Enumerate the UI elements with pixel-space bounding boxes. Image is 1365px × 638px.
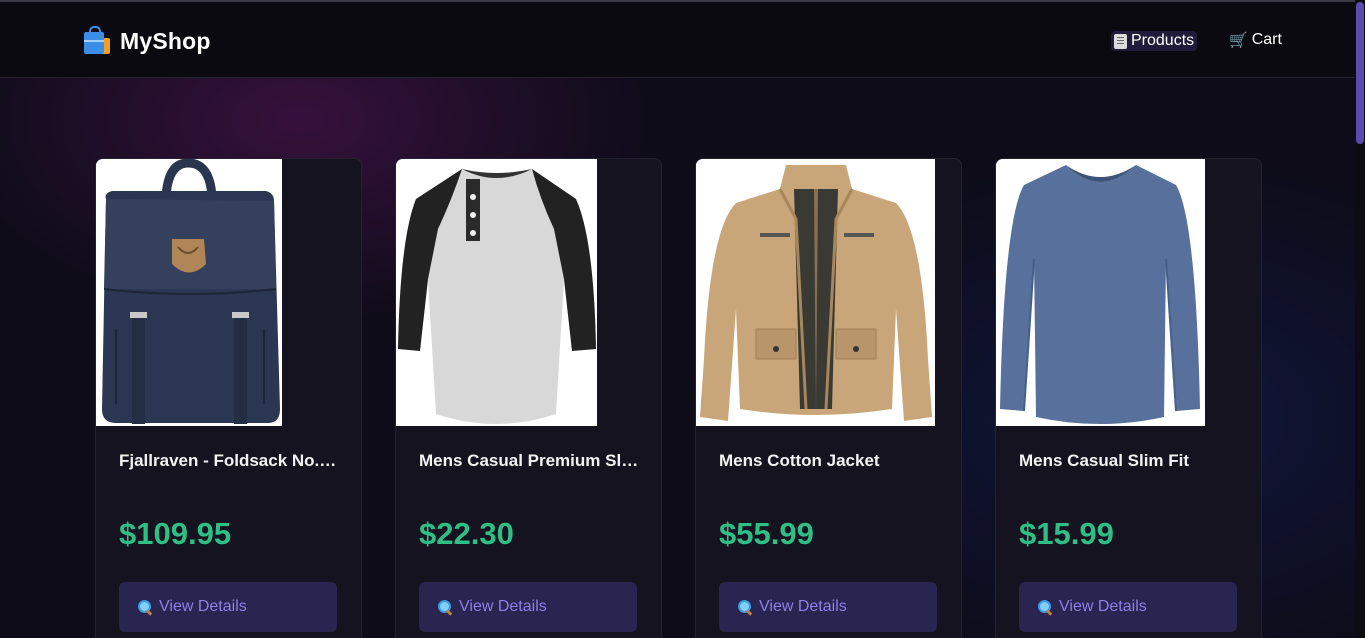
product-price: $109.95 — [119, 516, 232, 551]
product-price: $22.30 — [419, 516, 514, 551]
page-scrollbar[interactable] — [1355, 0, 1365, 638]
cart-icon: 🛒 — [1229, 32, 1248, 49]
scrollbar-thumb[interactable] — [1356, 2, 1364, 144]
shopping-bags-icon — [82, 26, 112, 56]
product-card: Mens Casual Premium Slim Fit T-Shirts $2… — [395, 158, 662, 638]
magnifier-icon — [1037, 599, 1053, 615]
nav-products-link[interactable]: Products — [1111, 31, 1198, 51]
product-card: Mens Casual Slim Fit $15.99 View Details — [995, 158, 1262, 638]
jacket-image — [696, 159, 935, 426]
raglan-shirt-image — [396, 159, 597, 426]
product-image[interactable] — [96, 159, 282, 426]
view-details-label: View Details — [159, 598, 247, 615]
site-header: MyShop Products 🛒 Cart — [0, 2, 1355, 78]
product-title: Mens Cotton Jacket — [719, 451, 880, 470]
view-details-label: View Details — [1059, 598, 1147, 615]
logo-text: MyShop — [120, 27, 211, 54]
magnifier-icon — [737, 599, 753, 615]
magnifier-icon — [437, 599, 453, 615]
product-image[interactable] — [696, 159, 935, 426]
magnifier-icon — [137, 599, 153, 615]
product-image[interactable] — [396, 159, 597, 426]
nav-cart-label: Cart — [1251, 31, 1282, 48]
view-details-button[interactable]: View Details — [419, 582, 637, 632]
view-details-label: View Details — [759, 598, 847, 615]
backpack-image — [96, 159, 282, 426]
view-details-button[interactable]: View Details — [119, 582, 337, 632]
product-price: $15.99 — [1019, 516, 1114, 551]
view-details-button[interactable]: View Details — [719, 582, 937, 632]
receipt-icon — [1114, 33, 1127, 49]
longsleeve-shirt-image — [996, 159, 1205, 426]
view-details-button[interactable]: View Details — [1019, 582, 1237, 632]
nav-cart-link[interactable]: 🛒 Cart — [1229, 31, 1282, 49]
view-details-label: View Details — [459, 598, 547, 615]
product-card: Mens Cotton Jacket $55.99 View Details — [695, 158, 962, 638]
product-price: $55.99 — [719, 516, 814, 551]
logo[interactable]: MyShop — [82, 26, 211, 56]
product-title: Mens Casual Premium Slim Fit T-Shirts — [419, 451, 641, 470]
product-image[interactable] — [996, 159, 1205, 426]
product-card: Fjallraven - Foldsack No. 1 Backpack, Fi… — [95, 158, 362, 638]
nav-products-label: Products — [1131, 32, 1195, 49]
product-title: Fjallraven - Foldsack No. 1 Backpack, Fi… — [119, 451, 341, 470]
product-title: Mens Casual Slim Fit — [1019, 451, 1190, 470]
